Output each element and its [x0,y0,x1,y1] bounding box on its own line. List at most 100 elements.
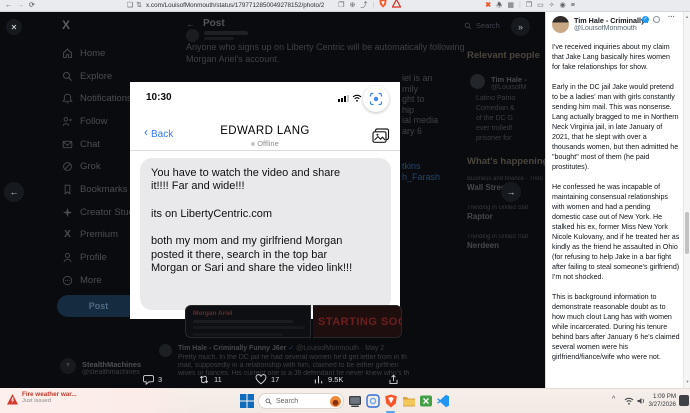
sidebar-item-home[interactable]: Home [62,42,132,65]
panel-scrollbar[interactable]: ▲ ▼ [683,12,690,388]
sidebar-item-explore[interactable]: Explore [62,65,132,88]
pip-icon[interactable]: ❐ [338,1,344,11]
sidebar-item-more[interactable]: More [62,269,132,292]
reply-icon [143,374,154,385]
like-button[interactable]: 17 [255,374,279,385]
sidebar-item-grok[interactable]: Grok [62,155,132,178]
browser-toolbar: ← → ⟳ ❏ ⇅ x.com/LouisofMonmouth/status/1… [0,0,690,12]
dim-mention-1: tkins [402,161,421,171]
lens-search-icon[interactable] [363,86,389,112]
reply-button[interactable]: 3 [143,374,162,385]
grok-icon [62,161,73,172]
browser-forward-icon[interactable]: → [17,1,24,11]
share-button[interactable] [388,374,399,385]
trend-label: Trending in United Stat [467,234,543,240]
relevant-people-title: Relevant people [467,50,540,61]
signal-bars-icon [338,95,349,102]
sidebar-item-follow[interactable]: Follow [62,110,132,133]
taskbar-app-vscode-icon[interactable] [436,394,450,408]
extensions-puzzle-icon[interactable]: ✧ [549,1,555,11]
account-name[interactable]: StealthMachines [82,360,142,369]
post-button[interactable]: Post [57,295,140,317]
taskbar-search-input[interactable]: Search [258,393,344,409]
mail-icon [62,139,73,150]
zoom-icon[interactable]: ⊕ [350,1,356,11]
split-view-icon[interactable]: ❐ [526,1,532,11]
search-highlight-icon [330,396,341,407]
reply-text: Pretty much. In the DC jail he had sever… [178,354,540,378]
photo-viewer-backdrop: X Home Explore Notifications Follow Chat… [0,12,545,388]
back-arrow-icon[interactable]: ← [186,19,195,29]
repost-icon [198,374,210,385]
next-photo-icon[interactable]: → [501,182,521,202]
tray-wifi-icon[interactable] [624,397,634,405]
author-avatar[interactable] [552,16,569,33]
tray-clock[interactable]: 1:09 PM 3/27/2026 [646,393,676,409]
affiliate-badge-icon [653,16,660,23]
tray-date: 3/27/2026 [646,401,676,409]
tray-app-icon[interactable] [679,395,689,406]
search-placeholder: Search [276,398,326,405]
dim-search-box: Search [464,21,500,30]
taskbar-app-explorer-icon[interactable] [402,394,416,408]
trend-name[interactable]: Raptor [467,212,543,221]
more-options-icon[interactable]: ··· [668,14,675,21]
photo-attachment[interactable]: 10:30 ‹ Back EDWARD LANG Offline You hav… [130,82,400,319]
window-icon[interactable]: ▭ [537,1,544,11]
sidebar-item-notifications[interactable]: Notifications [62,87,132,110]
bookmark-icon [62,184,73,195]
taskbar-app-terminal-icon[interactable] [348,394,362,408]
tweet-detail-panel: Tim Hale - Criminally ... ✓ ··· @Louisof… [545,12,690,388]
sidebar-item-creator-studio[interactable]: Creator Studio [62,201,132,224]
dim-video-banner: STARTING SOON [313,305,402,338]
browser-menu-icon[interactable]: ≡ [571,1,575,11]
sidebar-item-bookmarks[interactable]: Bookmarks [62,178,132,201]
sidebar-item-premium[interactable]: XPremium [62,224,132,247]
apps-grid-icon[interactable]: ▦ [507,1,514,11]
start-button-icon[interactable] [240,394,254,408]
weather-alert-icon [6,393,19,406]
browser-reload-icon[interactable]: ⟳ [29,1,35,11]
relevant-bio: Latino Patrio Comedian & of the DC G eve… [476,94,544,144]
extension-x-icon[interactable]: ✖ [485,1,491,11]
views-button[interactable]: 9.5K [313,374,343,385]
browser-back-icon[interactable]: ← [5,1,12,11]
reply-author-row: Tim Hale - Criminally Funny J6er ✓ @Loui… [178,344,540,352]
weather-alert-toast[interactable]: Fire weather war... Just issued [0,388,205,413]
sidebar-nav: Home Explore Notifications Follow Chat G… [62,42,132,292]
taskbar-app-green-icon[interactable] [419,394,433,408]
adblock-icon[interactable] [392,0,401,12]
close-icon[interactable]: ✕ [6,19,22,35]
taskbar-app-photos-icon[interactable] [366,394,380,408]
scrollbar-thumb[interactable] [685,212,689,254]
share-upload-icon [388,374,399,385]
user-icon [62,252,73,263]
taskbar-app-brave-icon[interactable] [384,394,398,408]
sidebar-item-chat[interactable]: Chat [62,133,132,156]
trend-name[interactable]: Nerdeen [467,241,543,250]
site-info-icon[interactable]: ⇅ [136,1,142,11]
brave-shield-icon[interactable] [379,0,387,12]
notification-bell-icon[interactable]: 🕭 [496,1,502,11]
scroll-up-icon: ▲ [684,14,690,19]
x-premium-icon: X [62,229,73,240]
reading-list-icon[interactable]: ❏ [127,1,133,11]
sidebar-item-profile[interactable]: Profile [62,246,132,269]
author-name[interactable]: Tim Hale - Criminally ... [574,16,648,25]
presence-status: Offline [130,139,400,148]
tray-volume-icon[interactable] [637,397,646,405]
url-bar[interactable]: x.com/LouisofMonmouth/status/17977128500… [146,2,324,9]
prev-photo-icon[interactable]: ← [4,182,24,202]
share-icon[interactable]: ⤴ [360,1,367,11]
tray-chevron-icon[interactable]: ^ [612,396,615,403]
profile-avatar-icon[interactable]: ◉ [560,1,566,11]
relevant-name[interactable]: Tim Hale - [491,75,543,84]
message-text: its on LibertyCentric.com [151,208,353,221]
dim-quote-card: Morgan Ariel [185,305,311,338]
collapse-panel-icon[interactable]: » [511,17,530,36]
relevant-handle: @LouisofM [491,84,543,91]
repost-button[interactable]: 11 [198,374,222,385]
contact-name: EDWARD LANG [130,125,400,137]
bell-icon [62,93,73,104]
message-text: You have to watch the video and share it… [151,167,353,194]
